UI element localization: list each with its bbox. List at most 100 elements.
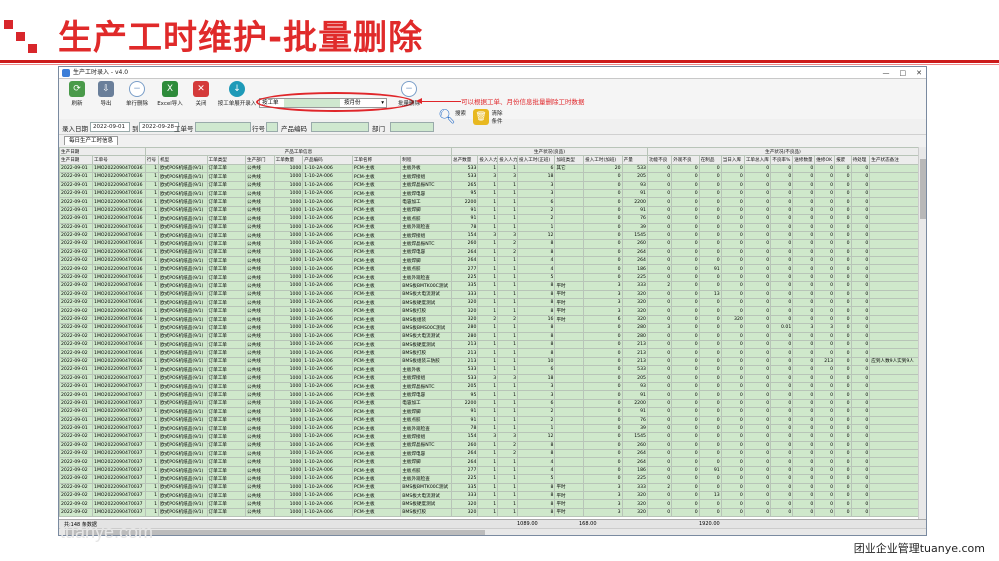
table-cell[interactable]: 0 xyxy=(720,272,745,283)
table-cell[interactable]: 0 xyxy=(671,306,700,316)
column-header[interactable]: 报废 xyxy=(834,155,852,165)
table-cell[interactable]: 0 xyxy=(770,314,794,325)
table-cell[interactable]: 公共线 xyxy=(245,230,275,241)
table-cell[interactable]: PCM-主板 xyxy=(351,289,402,300)
table-cell[interactable]: 0 xyxy=(671,272,700,283)
table-cell[interactable]: 0 xyxy=(770,423,794,434)
table-cell[interactable]: 0 xyxy=(646,331,673,342)
table-cell[interactable]: 1MO2022090470037 xyxy=(92,373,146,383)
table-cell[interactable]: 1-10-2A-006 xyxy=(302,381,353,392)
table-cell[interactable]: 154 xyxy=(450,432,479,442)
table-cell[interactable]: 0 xyxy=(792,272,816,283)
table-cell[interactable] xyxy=(869,449,919,459)
table-cell[interactable]: 0 xyxy=(834,256,852,266)
table-cell[interactable]: 主板外板 xyxy=(400,365,452,375)
table-cell[interactable]: 0 xyxy=(743,449,772,459)
table-cell[interactable]: 0 xyxy=(770,214,794,224)
table-cell[interactable]: 主板焊脚 xyxy=(400,407,452,417)
table-cell[interactable]: 0 xyxy=(583,449,623,459)
table-cell[interactable]: 欧式POS机纸品(9/1) xyxy=(158,457,208,467)
table-cell[interactable] xyxy=(554,205,585,216)
table-cell[interactable]: 1-10-2A-006 xyxy=(302,449,353,459)
table-cell[interactable] xyxy=(869,499,919,509)
table-cell[interactable]: 6 xyxy=(583,314,623,325)
line-no-input[interactable] xyxy=(266,122,278,132)
table-cell[interactable]: 91 xyxy=(450,407,479,417)
table-cell[interactable]: 1 xyxy=(517,222,556,232)
table-cell[interactable]: 225 xyxy=(621,474,648,484)
table-cell[interactable]: 应到人数9人实到9人 xyxy=(869,356,919,367)
table-cell[interactable]: 公共线 xyxy=(245,432,275,442)
table-cell[interactable]: 1MO2022090470037 xyxy=(92,490,146,501)
table-cell[interactable]: 2022-09-02 xyxy=(59,440,94,451)
table-row[interactable]: 2022-09-01 1MO2022090470036 1 欧式POS机纸品(9/1)… xyxy=(59,222,919,232)
expand-by-order-button[interactable]: ↓ 按工单展开录入 xyxy=(217,81,257,107)
table-cell[interactable]: 1000 xyxy=(273,423,304,434)
table-cell[interactable]: 1 xyxy=(144,390,160,400)
table-cell[interactable]: 1MO2022090470036 xyxy=(92,256,146,266)
table-cell[interactable]: 0 xyxy=(720,289,745,300)
table-cell[interactable]: 0 xyxy=(671,239,700,249)
table-cell[interactable]: 0 xyxy=(814,306,836,316)
table-cell[interactable]: 0 xyxy=(743,398,772,409)
table-cell[interactable]: PCM-主板 xyxy=(351,239,402,249)
table-cell[interactable]: 78 xyxy=(450,423,479,434)
table-cell[interactable]: 公共线 xyxy=(245,264,275,274)
table-cell[interactable]: 76 xyxy=(621,214,648,224)
table-cell[interactable]: 0 xyxy=(698,222,722,232)
table-cell[interactable]: 1000 xyxy=(273,214,304,224)
table-cell[interactable]: 3 xyxy=(583,298,623,308)
table-cell[interactable]: 0 xyxy=(671,449,700,459)
table-cell[interactable]: 订单工单 xyxy=(206,306,247,316)
table-cell[interactable]: 1-10-2A-006 xyxy=(302,373,353,383)
table-cell[interactable]: 0 xyxy=(770,457,794,467)
table-cell[interactable]: 2022-09-01 xyxy=(59,222,94,232)
table-cell[interactable]: 186 xyxy=(621,465,648,476)
table-cell[interactable]: 0 xyxy=(850,398,871,409)
table-cell[interactable]: 8 xyxy=(517,339,556,350)
table-cell[interactable]: 0 xyxy=(698,474,722,484)
table-cell[interactable]: 2 xyxy=(517,407,556,417)
table-cell[interactable]: 533 xyxy=(621,163,648,174)
table-cell[interactable]: 1-10-2A-006 xyxy=(302,180,353,190)
table-cell[interactable]: 0 xyxy=(834,365,852,375)
table-cell[interactable]: 订单工单 xyxy=(206,323,247,333)
table-cell[interactable] xyxy=(869,264,919,274)
column-header[interactable]: 送修数量 xyxy=(792,155,816,165)
table-cell[interactable]: 1MO2022090470037 xyxy=(92,415,146,425)
table-cell[interactable]: 0 xyxy=(743,306,772,316)
table-cell[interactable]: 0 xyxy=(698,440,722,451)
table-cell[interactable]: 1 xyxy=(144,482,160,493)
table-cell[interactable]: 0 xyxy=(698,457,722,467)
table-cell[interactable] xyxy=(554,432,585,442)
table-cell[interactable]: 0 xyxy=(698,163,722,174)
table-cell[interactable]: 1 xyxy=(477,465,499,476)
table-cell[interactable]: 91 xyxy=(450,415,479,425)
table-cell[interactable]: 1MO2022090470036 xyxy=(92,188,146,199)
table-cell[interactable]: BMS板硬度测试 xyxy=(400,298,452,308)
table-cell[interactable]: 1MO2022090470036 xyxy=(92,314,146,325)
table-cell[interactable]: 0 xyxy=(583,348,623,358)
table-cell[interactable]: 0 xyxy=(834,390,852,400)
table-cell[interactable]: 0 xyxy=(671,180,700,190)
table-cell[interactable]: 0 xyxy=(720,247,745,258)
table-cell[interactable]: 0 xyxy=(720,222,745,232)
table-cell[interactable]: 1 xyxy=(144,499,160,509)
table-cell[interactable]: 1-10-2A-006 xyxy=(302,281,353,291)
table-cell[interactable]: PCM-主板 xyxy=(351,180,402,190)
table-cell[interactable]: 39 xyxy=(621,423,648,434)
table-row[interactable]: 2022-09-01 1MO2022090470036 1 欧式POS机纸品(9/1)… xyxy=(59,180,919,190)
table-cell[interactable]: 1 xyxy=(144,222,160,232)
table-cell[interactable]: 1 xyxy=(497,214,519,224)
table-cell[interactable]: 0 xyxy=(720,507,745,518)
table-cell[interactable]: 320 xyxy=(621,298,648,308)
column-header[interactable]: 工单类型 xyxy=(206,155,247,165)
table-cell[interactable]: 0 xyxy=(792,247,816,258)
table-cell[interactable]: 0 xyxy=(770,230,794,241)
table-cell[interactable]: 0 xyxy=(814,314,836,325)
table-cell[interactable]: 0 xyxy=(792,415,816,425)
table-cell[interactable]: 0 xyxy=(743,490,772,501)
table-cell[interactable]: 1-10-2A-006 xyxy=(302,490,353,501)
table-cell[interactable]: 0 xyxy=(671,256,700,266)
table-cell[interactable]: 2022-09-01 xyxy=(59,373,94,383)
